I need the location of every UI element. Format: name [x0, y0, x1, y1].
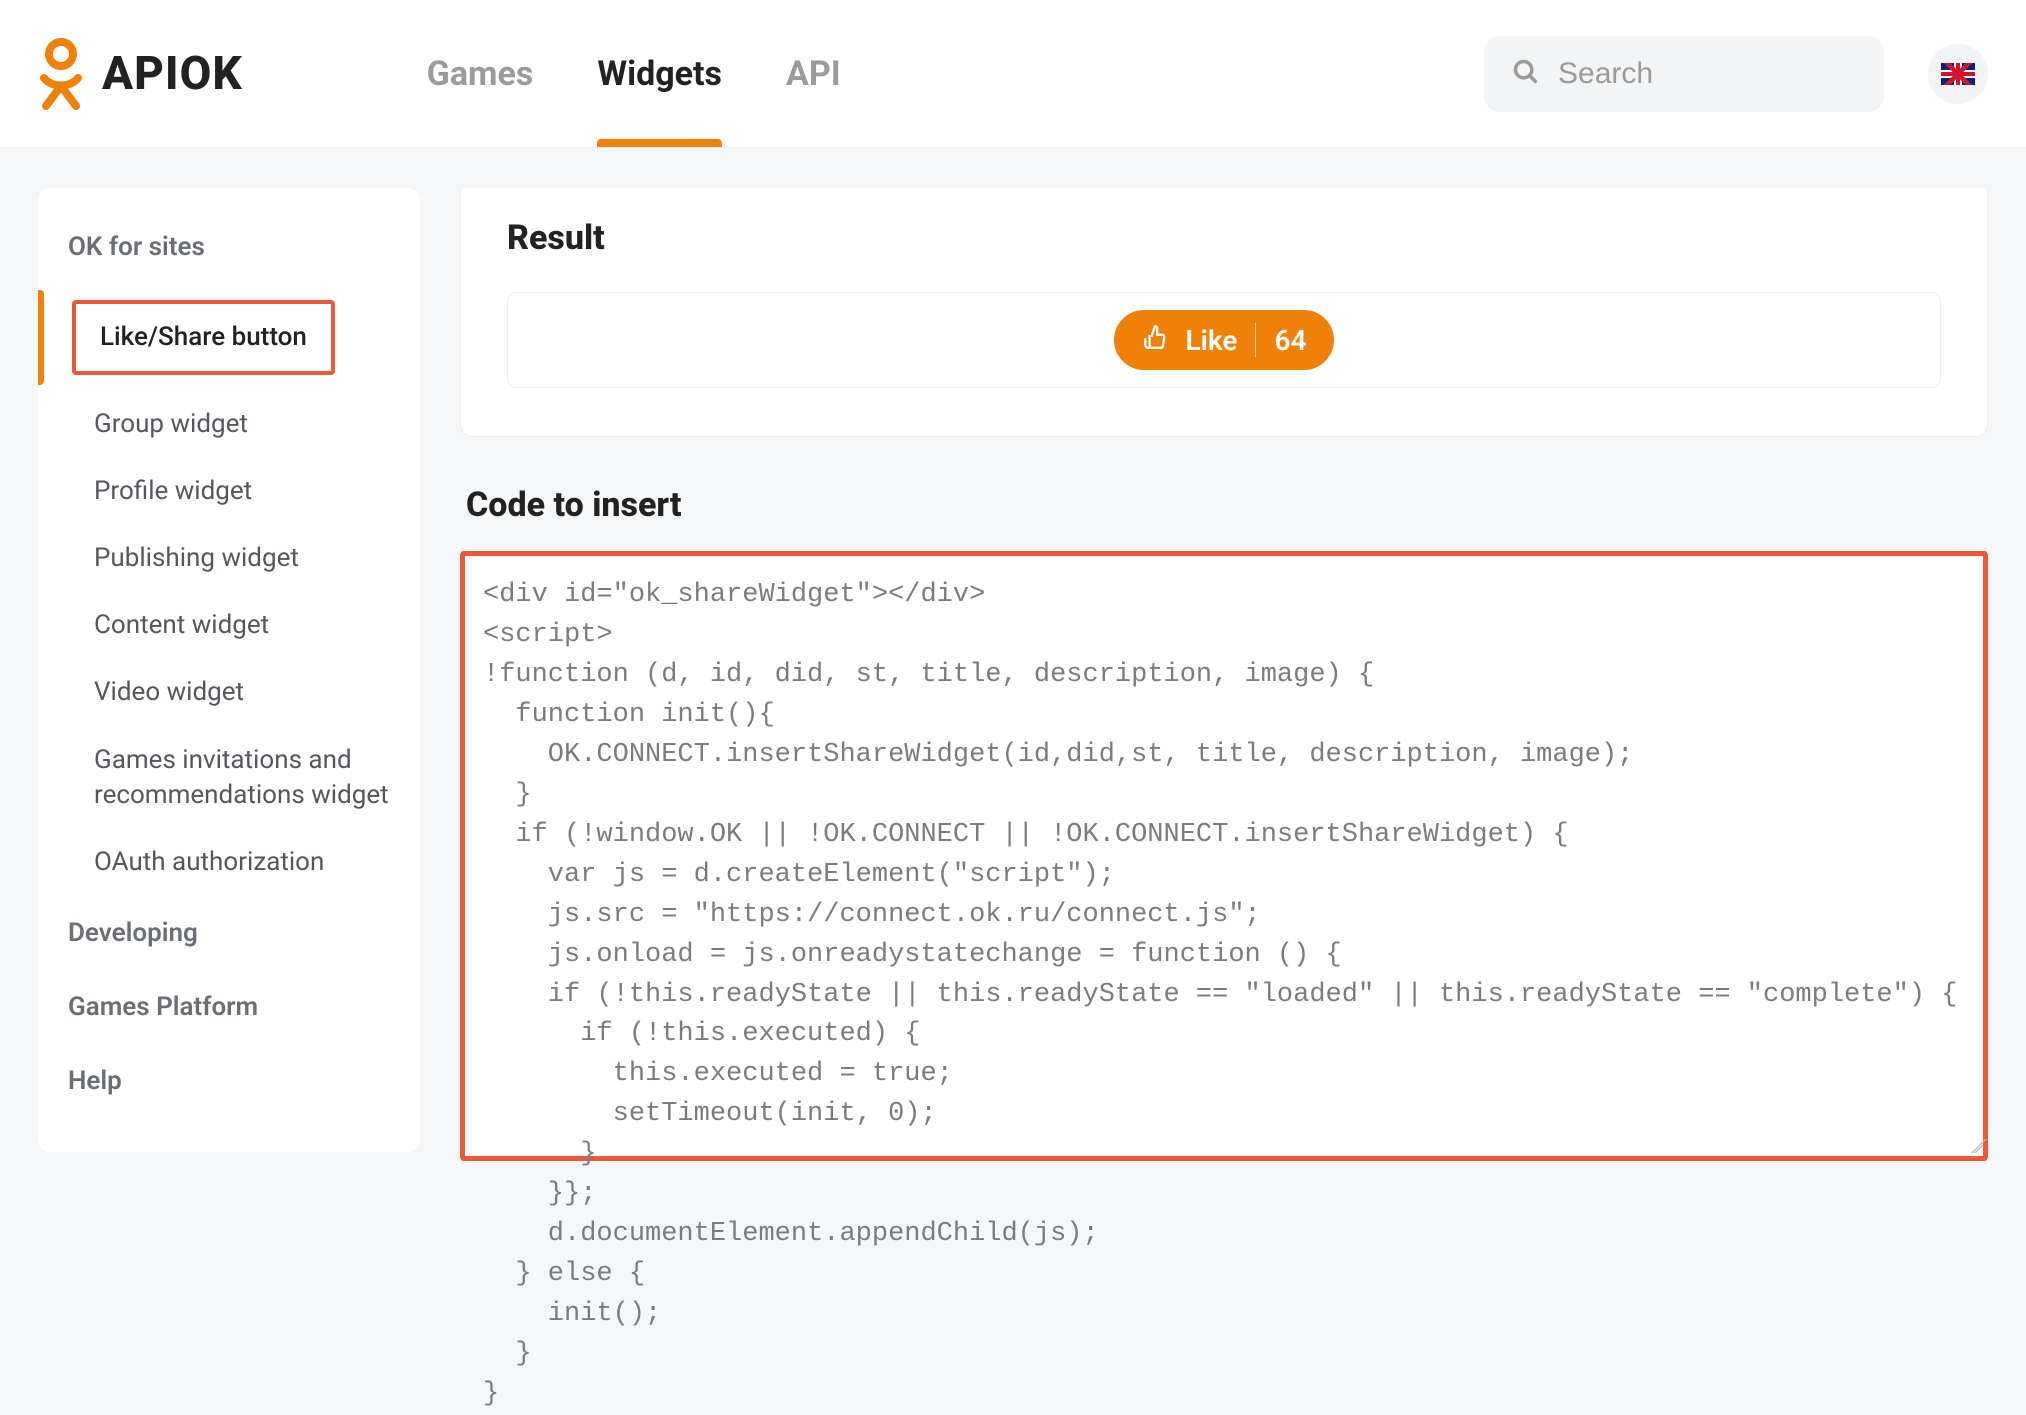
- search-icon: [1512, 58, 1540, 90]
- sidebar-item-profile-widget[interactable]: Profile widget: [38, 458, 420, 525]
- ok-logo-icon: [38, 38, 84, 110]
- sidebar-section-ok-for-sites[interactable]: OK for sites: [38, 222, 420, 284]
- sidebar-item-label: Like/Share button: [72, 300, 335, 375]
- like-divider: [1255, 323, 1256, 357]
- sidebar-item-games-platform[interactable]: Games Platform: [38, 970, 420, 1044]
- sidebar-item-video-widget[interactable]: Video widget: [38, 659, 420, 726]
- nav-widgets[interactable]: Widgets: [597, 0, 722, 147]
- like-button[interactable]: Like 64: [1114, 310, 1335, 370]
- nav-api[interactable]: API: [786, 0, 841, 147]
- code-section-title: Code to insert: [466, 485, 1988, 525]
- sidebar-item-developing[interactable]: Developing: [38, 896, 420, 970]
- sidebar-item-games-invitations[interactable]: Games invitations and recommendations wi…: [38, 727, 420, 829]
- language-switcher[interactable]: [1928, 44, 1988, 104]
- result-title: Result: [507, 218, 1941, 258]
- search-box[interactable]: [1484, 36, 1884, 112]
- search-input[interactable]: [1558, 57, 1856, 91]
- sidebar-item-oauth[interactable]: OAuth authorization: [38, 829, 420, 896]
- uk-flag-icon: [1941, 63, 1975, 85]
- result-panel: Result Like 64: [460, 188, 1988, 437]
- result-preview: Like 64: [507, 292, 1941, 388]
- code-block[interactable]: <div id="ok_shareWidget"></div> <script>…: [483, 576, 1965, 1415]
- like-count: 64: [1274, 324, 1306, 357]
- nav-games[interactable]: Games: [427, 0, 534, 147]
- sidebar-item-help[interactable]: Help: [38, 1044, 420, 1118]
- main-content: Result Like 64 Code to insert <div id="o…: [460, 188, 1988, 1160]
- sidebar-item-like-share[interactable]: Like/Share button: [38, 284, 420, 391]
- header: APIOK Games Widgets API: [0, 0, 2026, 148]
- resize-handle-icon[interactable]: [1963, 1136, 1981, 1154]
- page-body: OK for sites Like/Share button Group wid…: [0, 148, 2026, 1160]
- sidebar: OK for sites Like/Share button Group wid…: [38, 188, 420, 1152]
- like-label: Like: [1186, 324, 1238, 357]
- sidebar-item-group-widget[interactable]: Group widget: [38, 391, 420, 458]
- brand[interactable]: APIOK: [38, 38, 243, 110]
- sidebar-item-content-widget[interactable]: Content widget: [38, 592, 420, 659]
- sidebar-item-publishing-widget[interactable]: Publishing widget: [38, 525, 420, 592]
- brand-text: APIOK: [102, 47, 243, 101]
- top-nav: Games Widgets API: [427, 0, 1460, 147]
- thumbs-up-icon: [1142, 324, 1168, 357]
- code-panel[interactable]: <div id="ok_shareWidget"></div> <script>…: [460, 551, 1988, 1161]
